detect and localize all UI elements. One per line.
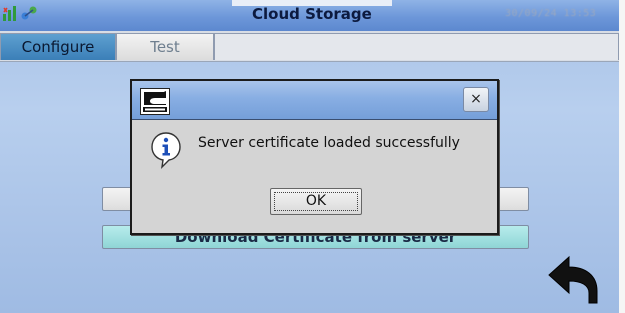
ok-button[interactable]: OK: [270, 188, 362, 215]
info-icon: [151, 132, 181, 169]
tab-configure[interactable]: Configure: [0, 33, 116, 60]
title-bar: Cloud Storage 30/09/24 13:53: [0, 0, 619, 31]
dialog-message: Server certificate loaded successfully: [198, 135, 460, 151]
tab-bar: Configure Test: [0, 31, 619, 62]
message-dialog: × Server certificate loaded successfully…: [130, 79, 499, 235]
app-screen: Cloud Storage 30/09/24 13:53 Configure T…: [0, 0, 619, 313]
signal-icon: [3, 6, 16, 21]
dialog-close-button[interactable]: ×: [463, 87, 489, 112]
tab-bar-filler: [214, 33, 619, 60]
tab-test[interactable]: Test: [116, 33, 214, 60]
datetime-display: 30/09/24 13:53: [505, 8, 597, 19]
cla-val-logo-icon: [143, 91, 167, 112]
network-icon: [21, 6, 37, 20]
dialog-title-bar: ×: [132, 81, 497, 120]
back-arrow-icon[interactable]: [545, 253, 601, 305]
company-logo: [140, 88, 170, 115]
page-title: Cloud Storage: [252, 5, 372, 23]
screen-border: [619, 0, 625, 313]
